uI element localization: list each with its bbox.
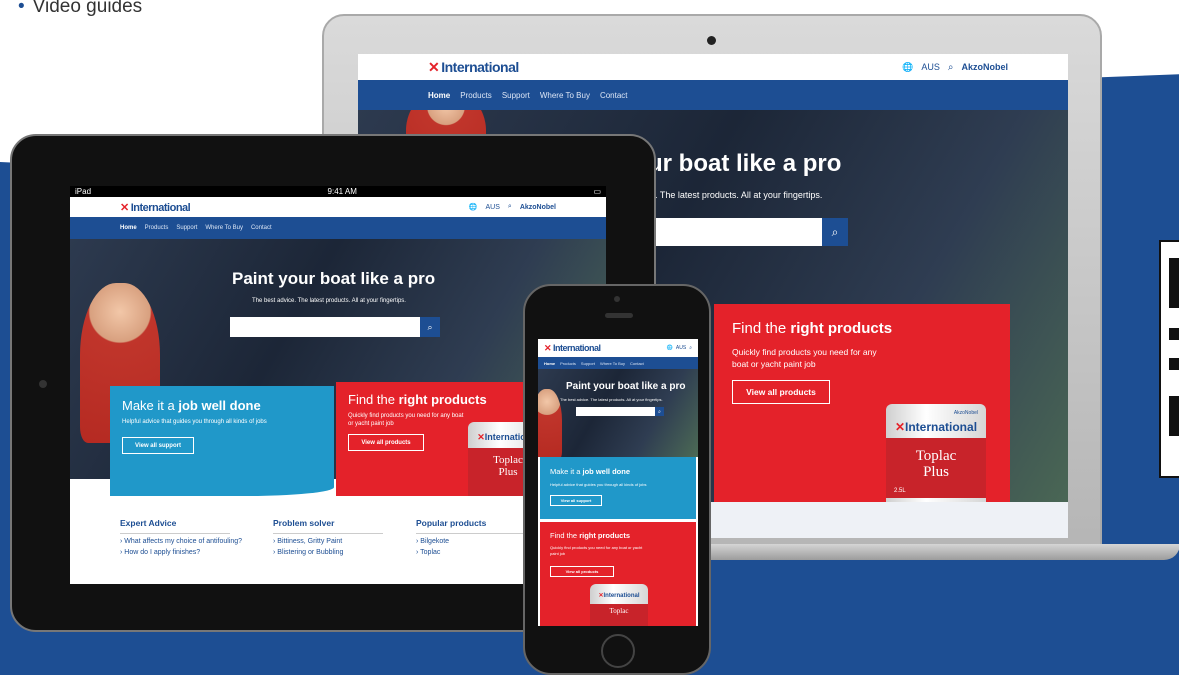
list-link[interactable]: › Bilgekote [416, 538, 526, 545]
nav-support[interactable]: Support [502, 91, 530, 100]
laptop-camera [707, 36, 716, 45]
search-input[interactable] [230, 317, 420, 337]
nav-home[interactable]: Home [428, 91, 450, 100]
globe-icon[interactable]: 🌐 [902, 62, 913, 73]
nav-contact[interactable]: Contact [600, 91, 628, 100]
hero-search[interactable]: ⌕ [648, 218, 848, 246]
nav-home[interactable]: Home [544, 361, 555, 366]
nav-products[interactable]: Products [460, 91, 492, 100]
hero-title: Paint your boat like a pro [232, 269, 436, 288]
can-brand: ✕International [894, 420, 978, 434]
paint-can-image: ✕International Toplac [590, 584, 648, 626]
site-header: ✕ International 🌐 AUS ⌕ [538, 339, 698, 357]
view-all-support-button[interactable]: View all support [550, 495, 602, 506]
nav-support[interactable]: Support [581, 361, 595, 366]
main-nav: Home Products Support Where To Buy Conta… [358, 80, 1068, 110]
nav-support[interactable]: Support [176, 225, 197, 231]
region-selector[interactable]: AUS [486, 204, 500, 211]
globe-icon[interactable]: 🌐 [667, 345, 673, 351]
products-card-text: Quickly find products you need for any b… [550, 545, 643, 556]
hero-subtitle: The best advice. The latest products. Al… [560, 397, 663, 402]
intro-bullet-text: Video guides [32, 0, 143, 17]
logo-x-icon: ✕ [120, 201, 129, 214]
person-image [538, 389, 562, 457]
region-selector[interactable]: AUS [676, 345, 686, 351]
battery-icon: ▭ [593, 187, 601, 196]
nav-products[interactable]: Products [145, 225, 169, 231]
site-logo[interactable]: ✕ International [544, 343, 601, 354]
intro-bullet: • Video guides [18, 0, 142, 18]
partial-card-right [1159, 240, 1179, 478]
region-selector[interactable]: AUS [921, 62, 940, 72]
view-all-support-button[interactable]: View all support [122, 437, 194, 454]
ipad-status-bar: iPad 9:41 AM ▭ [70, 186, 606, 197]
products-card-title: Find the right products [348, 392, 487, 407]
list-link[interactable]: › Blistering or Bubbling [273, 549, 383, 556]
akzonobel-logo[interactable]: AkzoNobel [961, 62, 1008, 72]
products-card-text: Quickly find products you need for any b… [348, 413, 464, 427]
akzonobel-logo[interactable]: AkzoNobel [520, 204, 556, 211]
search-icon[interactable]: ⌕ [948, 62, 954, 73]
phone-speaker [605, 313, 633, 318]
site-header: ✕ International 🌐 AUS ⌕ AkzoNobel [358, 54, 1068, 80]
view-all-products-button[interactable]: View all products [550, 566, 614, 577]
list-link[interactable]: › How do I apply finishes? [120, 549, 242, 556]
globe-icon[interactable]: 🌐 [469, 203, 478, 211]
products-card-title: Find the right products [550, 531, 631, 540]
nav-products[interactable]: Products [560, 361, 576, 366]
support-card-title: Make it a job well done [550, 467, 631, 476]
products-card-text: Quickly find products you need for any bo… [732, 347, 877, 369]
logo-x-icon: ✕ [428, 58, 440, 75]
nav-where-to-buy[interactable]: Where To Buy [540, 91, 590, 100]
phone-device: ✕ International 🌐 AUS ⌕ Home Products Supp… [523, 284, 711, 675]
site-logo[interactable]: ✕ International [428, 59, 519, 76]
search-button[interactable]: ⌕ [822, 218, 848, 246]
phone-home-button[interactable] [601, 634, 635, 668]
logo-x-icon: ✕ [544, 342, 552, 353]
main-nav: Home Products Support Where To Buy Conta… [538, 357, 698, 369]
search-input[interactable] [576, 407, 655, 416]
hero-search[interactable]: ⌕ [230, 317, 440, 337]
support-card-text: Helpful advice that guides you through a… [550, 482, 647, 487]
phone-camera [614, 296, 620, 302]
main-nav: Home Products Support Where To Buy Conta… [70, 217, 606, 239]
search-icon[interactable]: ⌕ [508, 203, 512, 211]
support-card-title: Make it a job well done [122, 398, 261, 413]
products-card: Find the right products Quickly find pro… [714, 304, 1010, 514]
ipad-camera [39, 380, 47, 388]
hero-search[interactable]: ⌕ [576, 407, 664, 416]
search-button[interactable]: ⌕ [420, 317, 440, 337]
nav-where-to-buy[interactable]: Where To Buy [205, 225, 243, 231]
list-link[interactable]: › What affects my choice of antifouling? [120, 538, 242, 545]
hero-title: Paint your boat like a pro [566, 381, 686, 392]
paint-can-image: AkzoNobel ✕International Toplac Plus 2.5L [886, 404, 986, 514]
nav-contact[interactable]: Contact [251, 225, 272, 231]
problem-solver-list: Problem solver › Bittiness, Gritty Paint… [273, 518, 383, 556]
view-all-products-button[interactable]: View all products [732, 380, 830, 404]
products-card: Find the right products Quickly find pro… [540, 522, 696, 626]
expert-advice-list: Expert Advice › What affects my choice o… [120, 518, 243, 556]
site-logo[interactable]: ✕ International [120, 201, 191, 214]
nav-contact[interactable]: Contact [630, 361, 644, 366]
search-input[interactable] [648, 218, 822, 246]
hero-title: ur boat like a pro [648, 150, 842, 177]
hero-subtitle: e. The latest products. All at your fing… [650, 190, 823, 200]
list-link[interactable]: › Bittiness, Gritty Paint [273, 538, 383, 545]
support-card: Make it a job well done Helpful advice t… [540, 457, 696, 519]
search-icon[interactable]: ⌕ [689, 345, 692, 351]
nav-home[interactable]: Home [120, 225, 137, 231]
view-all-products-button[interactable]: View all products [348, 434, 424, 451]
popular-products-list: Popular products › Bilgekote › Toplac [416, 518, 526, 556]
search-button[interactable]: ⌕ [655, 407, 664, 416]
list-link[interactable]: › Toplac [416, 549, 526, 556]
support-card-text: Helpful advice that guides you through a… [122, 419, 267, 425]
nav-where-to-buy[interactable]: Where To Buy [600, 361, 625, 366]
site-header: ✕ International 🌐 AUS ⌕ AkzoNobel [70, 197, 606, 217]
products-card: Find the right products Quickly find pro… [336, 382, 548, 502]
hero: Paint your boat like a pro The best advi… [538, 369, 698, 457]
support-card: Make it a job well done Helpful advice t… [110, 386, 334, 496]
products-card-title: Find the right products [732, 320, 893, 337]
hero-subtitle: The best advice. The latest products. Al… [252, 298, 406, 304]
phone-screen: ✕ International 🌐 AUS ⌕ Home Products Supp… [538, 339, 698, 626]
